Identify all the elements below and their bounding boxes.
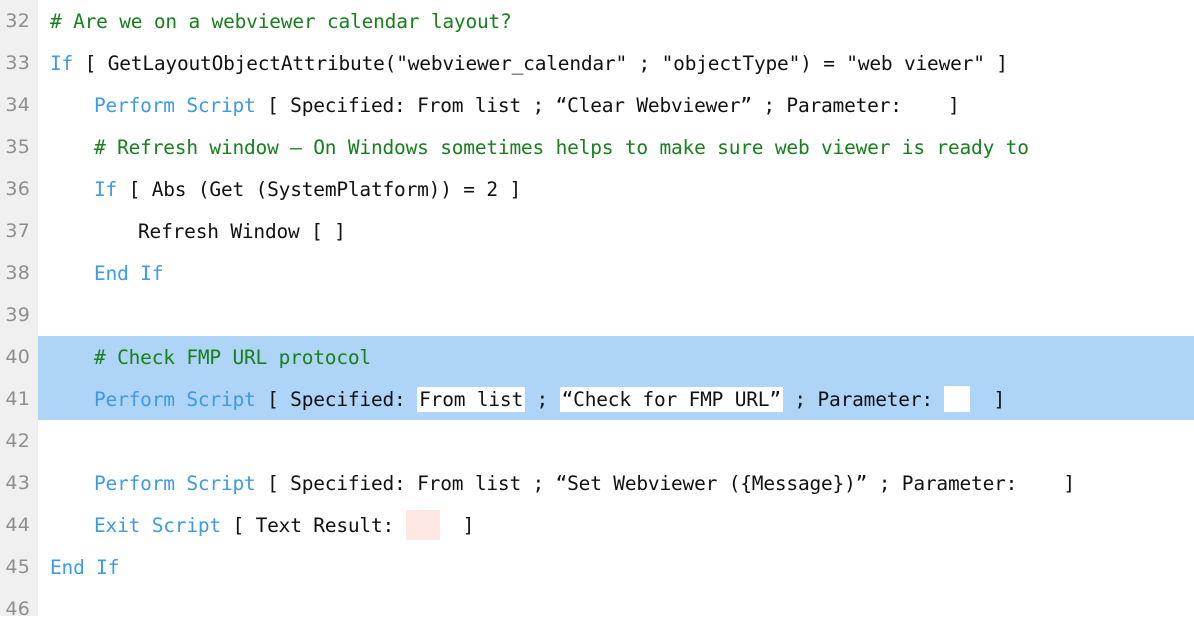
script-text: ; Parameter: — [782, 387, 945, 411]
code-line-body[interactable]: # Refresh window — On Windows sometimes … — [38, 126, 1194, 168]
code-line[interactable]: 35 # Refresh window — On Windows sometime… — [0, 126, 1194, 168]
code-line[interactable]: 36 If [ Abs (Get (SystemPlatform)) = 2 ] — [0, 168, 1194, 210]
script-comment: # Refresh window — On Windows sometimes … — [94, 135, 1029, 159]
script-keyword: Perform Script — [94, 93, 256, 117]
line-number: 35 — [5, 136, 30, 158]
script-keyword: Perform Script — [94, 387, 256, 411]
script-text: [ GetLayoutObjectAttribute("webviewer_ca… — [73, 51, 1008, 75]
code-line[interactable]: 41 Perform Script [ Specified: From list … — [0, 378, 1194, 420]
code-line[interactable]: 39 — [0, 294, 1194, 336]
line-number: 33 — [5, 52, 30, 74]
code-line-body[interactable] — [38, 294, 1194, 336]
script-parameter-field[interactable] — [944, 386, 971, 412]
line-number: 39 — [5, 304, 30, 326]
script-keyword: Perform Script — [94, 471, 256, 495]
script-option-chip[interactable]: “Check for FMP URL” — [559, 386, 783, 412]
code-line[interactable]: 42 — [0, 420, 1194, 462]
script-text: [ Abs (Get (SystemPlatform)) = 2 ] — [117, 177, 522, 201]
code-line-body[interactable] — [38, 420, 1194, 462]
code-line[interactable]: 43 Perform Script [ Specified: From list … — [0, 462, 1194, 504]
script-comment: # Check FMP URL protocol — [94, 345, 371, 369]
script-text: [ Text Result: — [220, 513, 406, 537]
script-keyword: If — [50, 51, 74, 75]
line-number: 44 — [5, 514, 30, 536]
script-comment: # Are we on a webviewer calendar layout? — [50, 9, 512, 33]
code-line-body[interactable]: # Are we on a webviewer calendar layout? — [38, 0, 1194, 42]
script-text: [ Specified: From list ; “Set Webviewer … — [255, 471, 1075, 495]
code-line-body[interactable]: If [ Abs (Get (SystemPlatform)) = 2 ] — [38, 168, 1194, 210]
script-editor: 32 # Are we on a webviewer calendar layou… — [0, 0, 1194, 620]
code-line-body[interactable] — [38, 588, 1194, 630]
code-line[interactable]: 33 If [ GetLayoutObjectAttribute("webview… — [0, 42, 1194, 84]
code-line-body[interactable]: If [ GetLayoutObjectAttribute("webviewer… — [38, 42, 1194, 84]
script-keyword: Exit Script — [94, 513, 221, 537]
script-keyword: End If — [94, 261, 164, 285]
code-line-body[interactable]: Perform Script [ Specified: From list ; … — [38, 378, 1194, 420]
code-line[interactable]: 37 Refresh Window [ ] — [0, 210, 1194, 252]
code-line[interactable]: 46 — [0, 588, 1194, 630]
script-keyword: End If — [50, 555, 120, 579]
line-number: 40 — [5, 346, 30, 368]
script-text: Refresh Window [ ] — [138, 219, 346, 243]
line-number: 37 — [5, 220, 30, 242]
line-number: 43 — [5, 472, 30, 494]
code-line[interactable]: 34 Perform Script [ Specified: From list … — [0, 84, 1194, 126]
line-number: 42 — [5, 430, 30, 452]
code-line[interactable]: 44 Exit Script [ Text Result: ] — [0, 504, 1194, 546]
line-number: 46 — [5, 598, 30, 620]
code-line[interactable]: 32 # Are we on a webviewer calendar layou… — [0, 0, 1194, 42]
line-number: 38 — [5, 262, 30, 284]
code-line[interactable]: 38 End If — [0, 252, 1194, 294]
code-line[interactable]: 40 # Check FMP URL protocol — [0, 336, 1194, 378]
code-line[interactable]: 45 End If — [0, 546, 1194, 588]
script-option-chip[interactable]: From list — [417, 386, 525, 412]
script-keyword: If — [94, 177, 118, 201]
code-line-body[interactable]: End If — [38, 252, 1194, 294]
exit-script-result-field[interactable] — [405, 510, 440, 540]
line-number: 41 — [5, 388, 30, 410]
script-text: ; — [525, 387, 560, 411]
script-text: [ Specified: From list ; “Clear Webviewe… — [255, 93, 960, 117]
line-number: 45 — [5, 556, 30, 578]
code-line-body[interactable]: Refresh Window [ ] — [38, 210, 1194, 252]
code-line-body[interactable]: Exit Script [ Text Result: ] — [38, 504, 1194, 546]
script-text: ] — [439, 513, 475, 537]
line-number: 32 — [5, 10, 30, 32]
code-line-body[interactable]: Perform Script [ Specified: From list ; … — [38, 462, 1194, 504]
line-number: 34 — [5, 94, 30, 116]
script-text: ] — [970, 387, 1006, 411]
script-text: [ Specified: — [255, 387, 418, 411]
code-lines-container[interactable]: 32 # Are we on a webviewer calendar layou… — [0, 0, 1194, 630]
code-line-body[interactable]: End If — [38, 546, 1194, 588]
code-line-body[interactable]: # Check FMP URL protocol — [38, 336, 1194, 378]
code-line-body[interactable]: Perform Script [ Specified: From list ; … — [38, 84, 1194, 126]
line-number: 36 — [5, 178, 30, 200]
